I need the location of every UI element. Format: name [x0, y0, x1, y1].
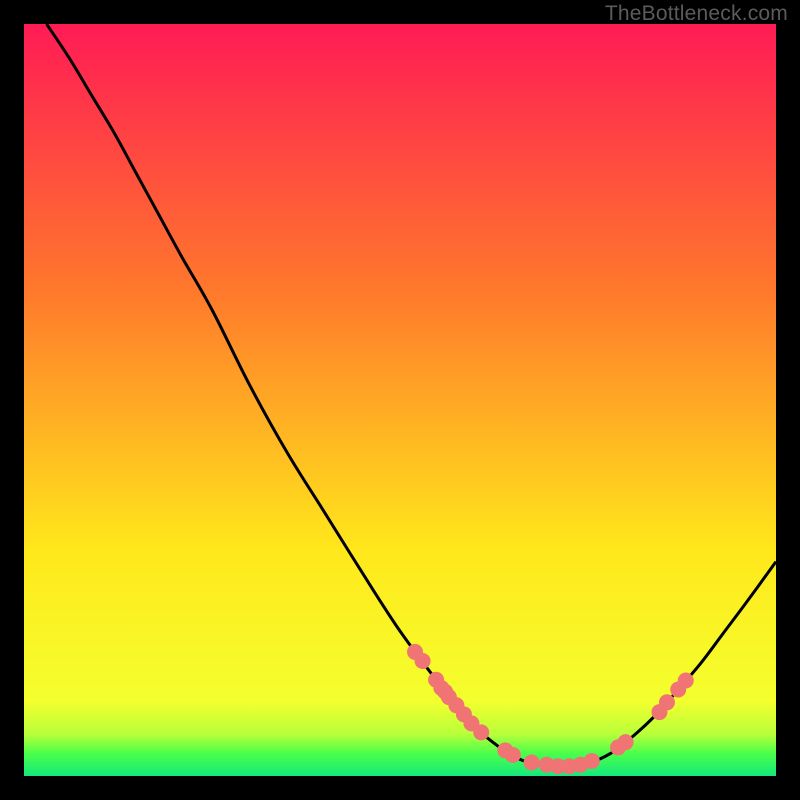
watermark-text: TheBottleneck.com — [605, 2, 788, 26]
plot-area — [24, 24, 776, 776]
bottleneck-chart — [24, 24, 776, 776]
data-point — [505, 747, 521, 763]
data-point — [473, 724, 489, 740]
data-point — [524, 754, 540, 770]
gradient-background — [24, 24, 776, 776]
data-point — [678, 673, 694, 689]
data-point — [618, 734, 634, 750]
data-point — [584, 753, 600, 769]
chart-black-frame: TheBottleneck.com — [0, 0, 800, 800]
data-point — [659, 694, 675, 710]
data-point — [415, 653, 431, 669]
